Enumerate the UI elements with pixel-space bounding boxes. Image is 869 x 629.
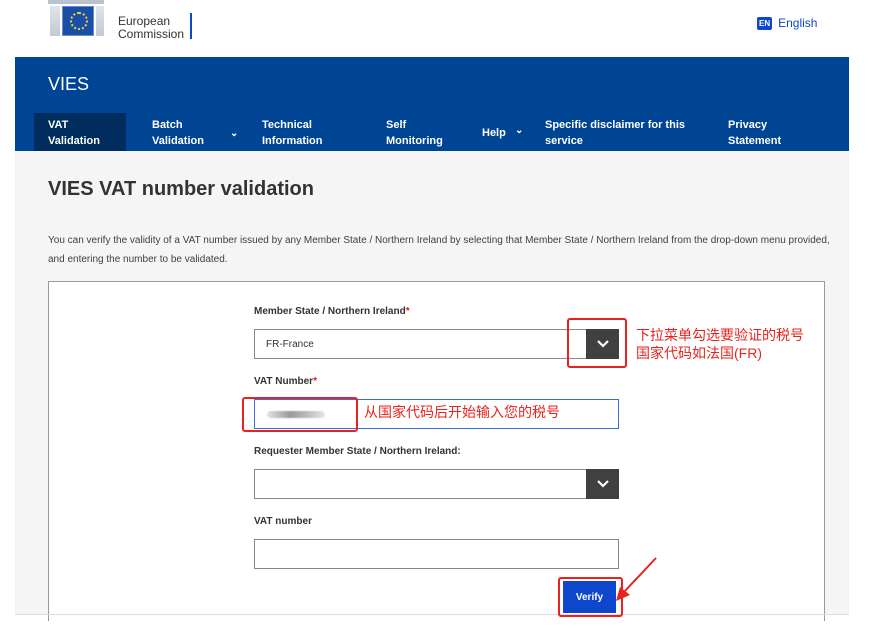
language-badge: EN [757, 16, 773, 30]
logo-divider [190, 13, 193, 39]
nav-help[interactable]: Help ⌄ [482, 113, 542, 151]
requester-member-state-label: Requester Member State / Northern Irelan… [254, 446, 461, 457]
nav-technical-information[interactable]: Technical Information [262, 113, 362, 151]
top-bar: European Commission EN English [0, 0, 869, 57]
annotation-dropdown-highlight [567, 318, 627, 368]
annotation-arrow-icon [616, 557, 657, 601]
annotation-dropdown-note: 下拉菜单勾选要验证的税号 国家代码如法国(FR) [636, 327, 804, 361]
nav-vat-validation[interactable]: VAT Validation [34, 113, 126, 151]
member-state-select[interactable]: FR-France [254, 329, 619, 359]
language-selector[interactable]: EN English [757, 16, 817, 30]
european-commission-logo[interactable]: European Commission [48, 0, 193, 41]
page-title: VIES VAT number validation [48, 178, 314, 200]
vat-number-label: VAT Number* [254, 376, 317, 387]
nav-specific-disclaimer[interactable]: Specific disclaimer for this service [545, 113, 715, 151]
nav-batch-validation[interactable]: Batch Validation ⌄ [152, 113, 248, 151]
main-content: VIES VAT number validation You can verif… [15, 151, 849, 621]
chevron-down-icon: ⌄ [515, 125, 524, 136]
intro-text: You can verify the validity of a VAT num… [48, 235, 830, 265]
site-header: VIES VAT Validation Batch Validation ⌄ Tec… [15, 57, 849, 151]
nav-self-monitoring[interactable]: Self Monitoring [386, 113, 466, 151]
annotation-vat-highlight [242, 397, 358, 432]
member-state-label: Member State / Northern Ireland* [254, 306, 410, 317]
site-title[interactable]: VIES [48, 74, 89, 95]
member-state-value: FR-France [266, 339, 314, 350]
annotation-vat-note: 从国家代码后开始输入您的税号 [364, 404, 560, 420]
main-nav: VAT Validation Batch Validation ⌄ Technica… [34, 113, 848, 151]
requester-vat-number-input[interactable] [254, 539, 619, 569]
chevron-down-icon: ⌄ [230, 128, 239, 139]
requester-member-state-select[interactable] [254, 469, 619, 499]
ec-building-flag-icon [48, 0, 104, 38]
language-label: English [778, 16, 818, 30]
logo-wordmark: European Commission [118, 14, 185, 41]
nav-privacy-statement[interactable]: Privacy Statement [728, 113, 808, 151]
content-bottom-border [15, 614, 849, 615]
requester-vat-number-label: VAT number [254, 516, 312, 527]
chevron-down-icon[interactable] [586, 469, 619, 499]
